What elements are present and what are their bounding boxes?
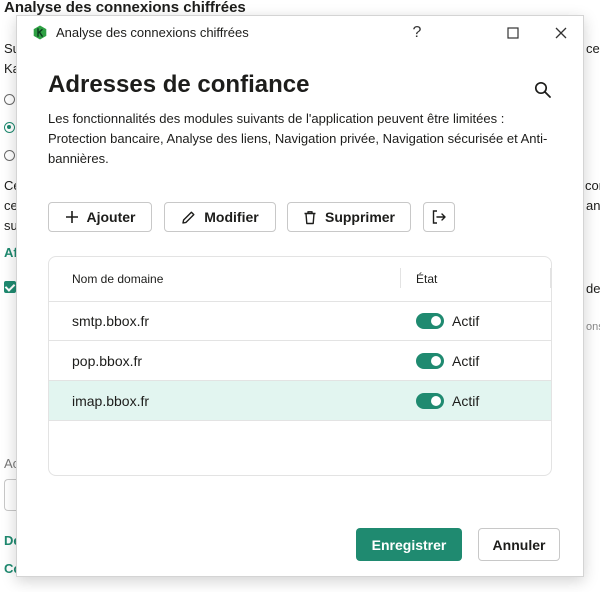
enable-toggle[interactable] (416, 313, 444, 329)
background-radio[interactable] (4, 94, 15, 105)
column-divider[interactable] (400, 268, 401, 288)
trusted-domains-table: Nom de domaine État smtp.bbox.fr Actif p… (48, 256, 552, 476)
background-text: de (586, 281, 600, 296)
background-text: ons (586, 321, 600, 333)
table-row[interactable]: pop.bbox.fr Actif (49, 341, 551, 381)
maximize-button[interactable] (493, 20, 533, 46)
title-bar[interactable]: Analyse des connexions chiffrées ? (17, 16, 583, 50)
column-divider[interactable] (550, 268, 551, 288)
pencil-icon (182, 211, 195, 224)
maximize-icon (507, 27, 519, 39)
trash-icon (304, 210, 316, 224)
enable-toggle[interactable] (416, 393, 444, 409)
background-title: Analyse des connexions chiffrées (4, 0, 246, 16)
background-radio[interactable] (4, 150, 15, 161)
background-radio-selected[interactable] (4, 122, 15, 133)
edit-button[interactable]: Modifier (164, 202, 276, 232)
add-button[interactable]: Ajouter (48, 202, 152, 232)
page-title: Adresses de confiance (48, 71, 310, 98)
table-header: Nom de domaine État (49, 257, 551, 302)
edit-button-label: Modifier (204, 209, 259, 225)
enable-toggle[interactable] (416, 353, 444, 369)
close-button[interactable] (541, 20, 581, 46)
state-cell: Actif (452, 353, 480, 369)
table-row-selected[interactable]: imap.bbox.fr Actif (49, 381, 551, 421)
delete-button-label: Supprimer (324, 209, 395, 225)
save-button[interactable]: Enregistrer (356, 528, 462, 561)
delete-button[interactable]: Supprimer (287, 202, 411, 232)
column-header-domain[interactable]: Nom de domaine (72, 272, 163, 286)
export-button[interactable] (423, 202, 455, 232)
domain-cell: imap.bbox.fr (72, 393, 150, 409)
add-button-label: Ajouter (86, 209, 136, 225)
search-icon[interactable] (533, 80, 553, 100)
plus-icon (65, 211, 78, 223)
close-icon (555, 27, 567, 39)
description-text: Les fonctionnalités des modules suivants… (48, 111, 548, 166)
table-row[interactable]: smtp.bbox.fr Actif (49, 301, 551, 341)
background-text: an (586, 198, 600, 213)
help-button[interactable]: ? (397, 20, 437, 46)
kaspersky-logo-icon (33, 25, 47, 40)
background-text: con (585, 178, 600, 193)
export-icon (432, 210, 446, 224)
window-title: Analyse des connexions chiffrées (56, 25, 249, 40)
state-cell: Actif (452, 393, 480, 409)
domain-cell: smtp.bbox.fr (72, 313, 150, 329)
background-text: ce (586, 41, 600, 56)
background-checkbox[interactable] (4, 281, 16, 293)
column-header-state[interactable]: État (416, 272, 437, 286)
cancel-button[interactable]: Annuler (478, 528, 560, 561)
trusted-addresses-dialog: Analyse des connexions chiffrées ? Adres… (16, 15, 584, 577)
domain-cell: pop.bbox.fr (72, 353, 143, 369)
state-cell: Actif (452, 313, 480, 329)
